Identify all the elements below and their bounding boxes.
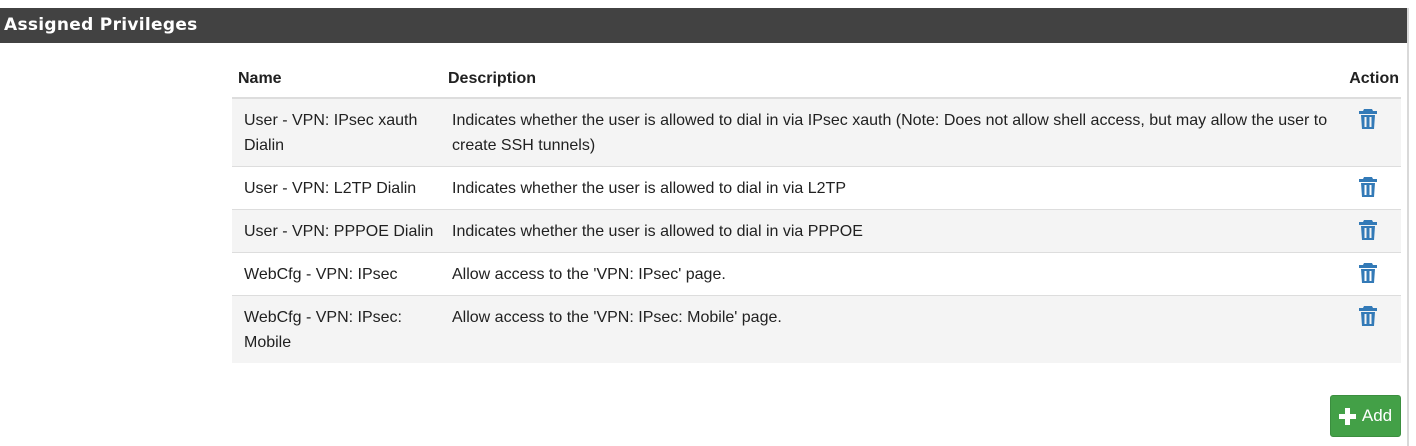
privilege-description: Indicates whether the user is allowed to… xyxy=(442,98,1334,167)
table-row: User - VPN: L2TP Dialin Indicates whethe… xyxy=(232,166,1401,210)
top-strip xyxy=(0,0,1408,8)
column-header-description: Description xyxy=(442,60,1334,99)
plus-icon xyxy=(1338,407,1356,425)
privilege-name: WebCfg - VPN: IPsec: Mobile xyxy=(232,295,442,363)
trash-icon[interactable] xyxy=(1358,262,1378,284)
table-row: WebCfg - VPN: IPsec Allow access to the … xyxy=(232,252,1401,296)
table-header-row: Name Description Action xyxy=(232,60,1401,99)
table-row: User - VPN: PPPOE Dialin Indicates wheth… xyxy=(232,209,1401,253)
privileges-table-wrapper: Name Description Action User - VPN: IPse… xyxy=(232,60,1401,363)
trash-icon[interactable] xyxy=(1358,305,1378,327)
trash-icon[interactable] xyxy=(1358,108,1378,130)
column-header-action: Action xyxy=(1334,60,1401,99)
privilege-name: WebCfg - VPN: IPsec xyxy=(232,252,442,296)
privilege-name: User - VPN: PPPOE Dialin xyxy=(232,209,442,253)
trash-icon[interactable] xyxy=(1358,219,1378,241)
table-row: User - VPN: IPsec xauth Dialin Indicates… xyxy=(232,98,1401,167)
privilege-description: Indicates whether the user is allowed to… xyxy=(442,209,1334,253)
privilege-description: Indicates whether the user is allowed to… xyxy=(442,166,1334,210)
privilege-name: User - VPN: IPsec xauth Dialin xyxy=(232,98,442,167)
privileges-table: Name Description Action User - VPN: IPse… xyxy=(232,60,1401,363)
privilege-description: Allow access to the 'VPN: IPsec: Mobile'… xyxy=(442,295,1334,363)
table-row: WebCfg - VPN: IPsec: Mobile Allow access… xyxy=(232,295,1401,363)
privilege-description: Allow access to the 'VPN: IPsec' page. xyxy=(442,252,1334,296)
panel-title: Assigned Privileges xyxy=(0,8,1407,43)
add-button-label: Add xyxy=(1361,406,1393,425)
column-header-name: Name xyxy=(232,60,442,99)
trash-icon[interactable] xyxy=(1358,176,1378,198)
panel-border xyxy=(1407,8,1409,446)
privilege-name: User - VPN: L2TP Dialin xyxy=(232,166,442,210)
add-button[interactable]: Add xyxy=(1330,395,1401,437)
